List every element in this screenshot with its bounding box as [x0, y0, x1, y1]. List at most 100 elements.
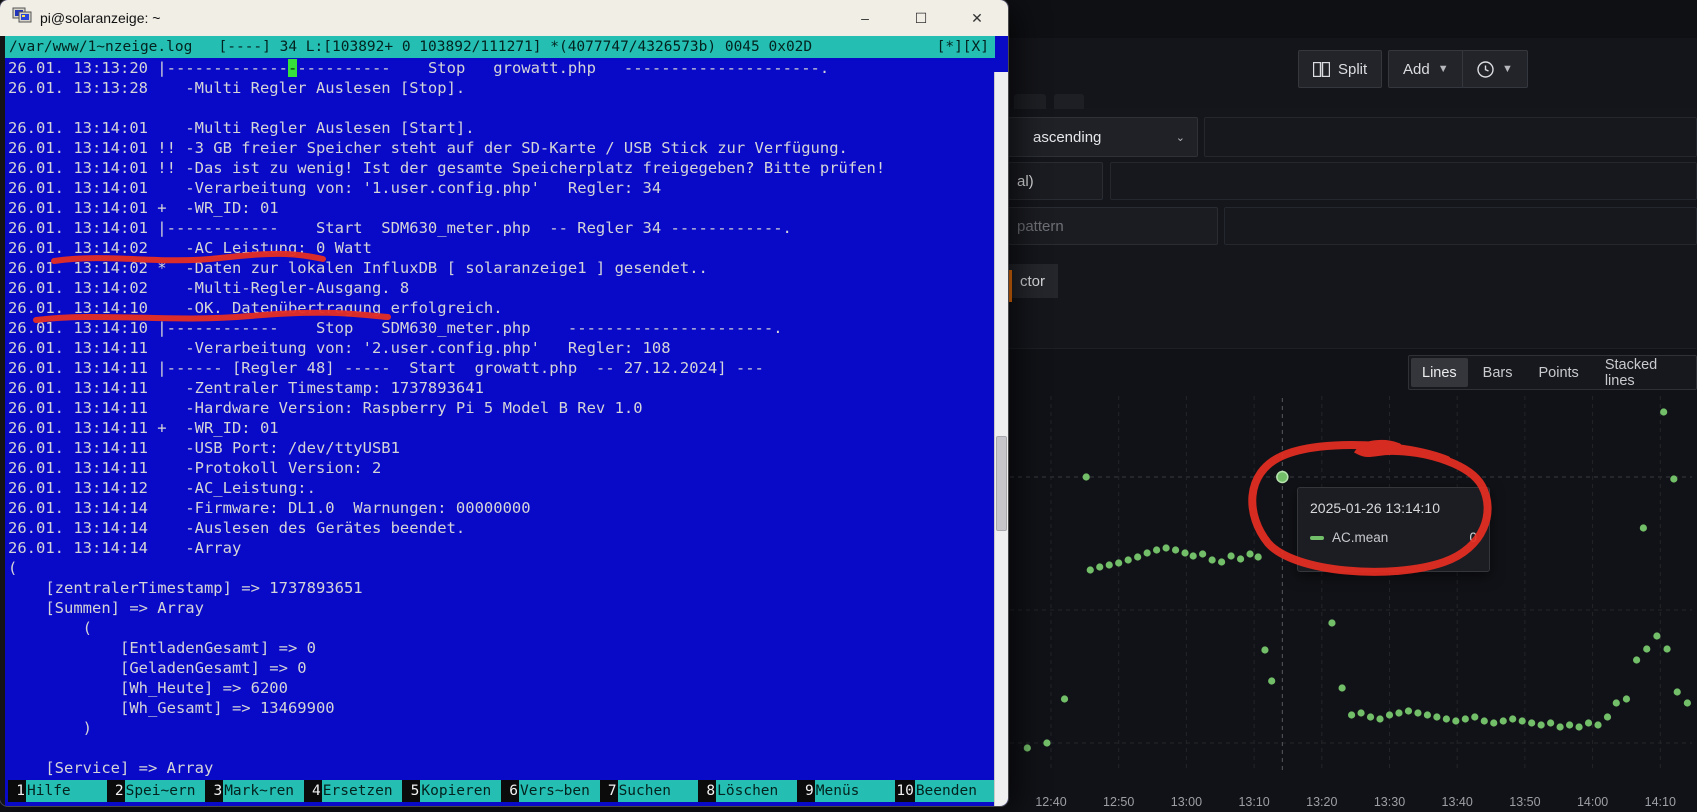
data-point	[1500, 717, 1507, 724]
data-point	[1024, 744, 1031, 751]
log-line: 26.01. 13:14:02 -Multi-Regler-Ausgang. 8	[8, 278, 994, 298]
data-point	[1268, 677, 1275, 684]
data-point	[1061, 695, 1068, 702]
minimize-button[interactable]: –	[848, 3, 882, 33]
data-point	[1181, 549, 1188, 556]
data-point	[1209, 556, 1216, 563]
log-line: 26.01. 13:14:14 -Auslesen des Gerätes be…	[8, 518, 994, 538]
data-point	[1653, 632, 1660, 639]
data-point	[1172, 546, 1179, 553]
tooltip-timestamp: 2025-01-26 13:14:10	[1310, 500, 1477, 516]
log-line: 26.01. 13:14:11 + -WR_ID: 01	[8, 418, 994, 438]
function-key-bar: 1Hilfe2Spei~ern3Mark~ren4Ersetzen5Kopier…	[8, 780, 994, 802]
log-line: 26.01. 13:14:11 -Hardware Version: Raspb…	[8, 398, 994, 418]
log-line: 26.01. 13:14:11 -Protokoll Version: 2	[8, 458, 994, 478]
x-axis-tick: 12:50	[1103, 795, 1134, 809]
data-point	[1261, 646, 1268, 653]
log-line: [Summen] => Array	[8, 598, 994, 618]
terminal-log[interactable]: 26.01. 13:13:20 |-----------------------…	[8, 58, 994, 780]
maximize-button[interactable]: ☐	[904, 3, 938, 33]
data-point	[1604, 713, 1611, 720]
data-point	[1162, 544, 1169, 551]
log-line: 26.01. 13:14:11 |------ [Regler 48] ----…	[8, 358, 994, 378]
fkey-hilfe[interactable]: 1Hilfe	[8, 780, 107, 802]
fkey-versben[interactable]: 6Vers~ben	[501, 780, 600, 802]
fkey-beenden[interactable]: 10Beenden	[895, 780, 994, 802]
log-line: 26.01. 13:14:01 -Verarbeitung von: '1.us…	[8, 178, 994, 198]
terminal-scrollbar[interactable]	[994, 72, 1008, 806]
log-line	[8, 98, 994, 118]
data-point	[1357, 709, 1364, 716]
data-point	[1575, 723, 1582, 730]
close-button[interactable]: ✕	[960, 3, 994, 33]
log-line: 26.01. 13:14:01 |------------ Start SDM6…	[8, 218, 994, 238]
log-line: 26.01. 13:13:20 |-----------------------…	[8, 58, 994, 78]
log-line	[8, 738, 994, 758]
log-line: [zentralerTimestamp] => 1737893651	[8, 578, 994, 598]
log-line: [Wh_Gesamt] => 13469900	[8, 698, 994, 718]
x-axis-tick: 13:50	[1509, 795, 1540, 809]
putty-icon	[12, 7, 32, 29]
data-point	[1144, 549, 1151, 556]
data-point	[1367, 713, 1374, 720]
log-line: 26.01. 13:14:10 -OK. Datenübertragung er…	[8, 298, 994, 318]
data-point	[1490, 719, 1497, 726]
terminal-body: /var/www/1~nzeige.log [----] 34 L:[10389…	[0, 36, 1008, 806]
fkey-speiern[interactable]: 2Spei~ern	[107, 780, 206, 802]
editor-cursor: -	[288, 59, 297, 77]
data-point	[1557, 723, 1564, 730]
fkey-ersetzen[interactable]: 4Ersetzen	[304, 780, 403, 802]
log-line: [Wh_Heute] => 6200	[8, 678, 994, 698]
data-point	[1348, 711, 1355, 718]
window-titlebar[interactable]: pi@solaranzeige: ~ – ☐ ✕	[0, 0, 1008, 36]
fkey-markren[interactable]: 3Mark~ren	[205, 780, 304, 802]
scrollbar-thumb[interactable]	[996, 436, 1007, 531]
data-point	[1134, 553, 1141, 560]
data-point	[1414, 709, 1421, 716]
data-point	[1660, 408, 1667, 415]
log-line: (	[8, 618, 994, 638]
x-axis-tick: 12:40	[1035, 795, 1066, 809]
statusbar-flags: [*][X]	[937, 39, 989, 55]
x-axis-tick: 13:30	[1374, 795, 1405, 809]
data-point	[1386, 711, 1393, 718]
log-line: 26.01. 13:14:12 -AC_Leistung:.	[8, 478, 994, 498]
data-point	[1218, 558, 1225, 565]
fkey-kopieren[interactable]: 5Kopieren	[402, 780, 501, 802]
data-point	[1566, 721, 1573, 728]
data-point	[1376, 715, 1383, 722]
log-line: 26.01. 13:14:11 -USB Port: /dev/ttyUSB1	[8, 438, 994, 458]
data-point	[1227, 552, 1234, 559]
log-line: 26.01. 13:14:01 !! -Das ist zu wenig! Is…	[8, 158, 994, 178]
data-point	[1594, 721, 1601, 728]
log-line: 26.01. 13:14:10 |------------ Stop SDM63…	[8, 318, 994, 338]
fkey-mens[interactable]: 9Menüs	[797, 780, 896, 802]
data-point	[1190, 552, 1197, 559]
data-point	[1106, 561, 1113, 568]
data-point	[1684, 699, 1691, 706]
data-point	[1083, 473, 1090, 480]
series-swatch-icon	[1310, 536, 1324, 540]
log-line: 26.01. 13:14:01 !! -3 GB freier Speicher…	[8, 138, 994, 158]
data-point	[1585, 719, 1592, 726]
data-point	[1328, 619, 1335, 626]
data-point	[1613, 699, 1620, 706]
tooltip-series-value: 0	[1469, 530, 1477, 545]
data-point	[1395, 709, 1402, 716]
data-point	[1643, 645, 1650, 652]
data-point	[1633, 656, 1640, 663]
log-line: 26.01. 13:14:11 -Zentraler Timestamp: 17…	[8, 378, 994, 398]
x-axis-tick: 13:20	[1306, 795, 1337, 809]
putty-window: pi@solaranzeige: ~ – ☐ ✕ /var/www/1~nzei…	[0, 0, 1008, 806]
log-line: )	[8, 718, 994, 738]
fkey-lschen[interactable]: 8Löschen	[698, 780, 797, 802]
log-line: 26.01. 13:13:28 -Multi Regler Auslesen […	[8, 78, 994, 98]
log-line: 26.01. 13:14:14 -Firmware: DL1.0 Warnung…	[8, 498, 994, 518]
data-point	[1528, 719, 1535, 726]
data-point	[1670, 475, 1677, 482]
mcedit-statusbar: /var/www/1~nzeige.log [----] 34 L:[10389…	[5, 36, 995, 58]
fkey-suchen[interactable]: 7Suchen	[600, 780, 699, 802]
log-line: 26.01. 13:14:02 -AC_Leistung: 0 Watt	[8, 238, 994, 258]
x-axis-tick: 14:10	[1645, 795, 1676, 809]
data-point	[1339, 684, 1346, 691]
